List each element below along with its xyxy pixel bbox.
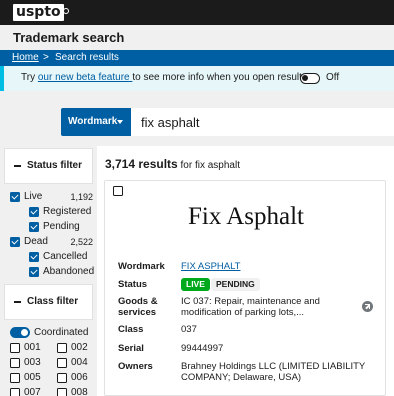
serial-label: Serial: [118, 343, 144, 354]
class-label-008: 008: [71, 387, 88, 396]
filter-label-pending: Pending: [43, 221, 80, 232]
checkbox-live[interactable]: [10, 192, 20, 202]
breadcrumb-separator: >: [43, 52, 49, 63]
filter-label-live: Live: [24, 191, 43, 202]
search-area: Wordmark: [0, 91, 394, 146]
beta-toggle[interactable]: [300, 73, 320, 84]
beta-prefix: Try: [21, 72, 38, 83]
checkbox-class-003[interactable]: [10, 358, 20, 368]
checkbox-registered[interactable]: [29, 207, 39, 217]
result-card[interactable]: Fix Asphalt Wordmark FIX ASPHALT Status …: [104, 180, 386, 396]
collapse-icon: [14, 301, 21, 303]
owners-value-line2: COMPANY; Delaware, USA): [181, 372, 302, 383]
checkbox-class-004[interactable]: [57, 358, 67, 368]
open-details-icon[interactable]: [362, 301, 373, 312]
results-query: for fix asphalt: [177, 160, 240, 171]
class-label-002: 002: [71, 342, 88, 353]
beta-banner-text: Try our new beta feature to see more inf…: [21, 72, 307, 83]
beta-banner: Try our new beta feature to see more inf…: [0, 66, 394, 91]
checkbox-cancelled[interactable]: [29, 252, 39, 262]
class-label-001: 001: [24, 342, 41, 353]
search-field-dropdown[interactable]: Wordmark: [61, 108, 131, 136]
beta-feature-link[interactable]: our new beta feature: [38, 72, 133, 83]
toggle-knob: [302, 75, 308, 81]
filter-label-cancelled: Cancelled: [43, 251, 88, 262]
class-label-004: 004: [71, 357, 88, 368]
wordmark-link[interactable]: FIX ASPHALT: [181, 261, 240, 272]
filter-count-live: 1,192: [70, 192, 93, 202]
checkbox-class-006[interactable]: [57, 373, 67, 383]
checkbox-class-002[interactable]: [57, 343, 67, 353]
owners-label: Owners: [118, 361, 153, 372]
breadcrumb-home-link[interactable]: Home: [12, 52, 39, 63]
class-label-007: 007: [24, 387, 41, 396]
owners-value-line1: Brahney Holdings LLC (LIMITED LIABILITY: [181, 361, 366, 372]
class-filter-title: Class filter: [27, 296, 79, 307]
filter-sidebar: Status filter Live 1,192 Registered Pend…: [0, 146, 97, 396]
wordmark-label: Wordmark: [118, 261, 165, 272]
result-select-checkbox[interactable]: [113, 186, 123, 196]
goods-label-line2: services: [118, 307, 157, 318]
status-badge-pending: PENDING: [211, 278, 260, 291]
class-label-005: 005: [24, 372, 41, 383]
checkbox-class-007[interactable]: [10, 388, 20, 396]
toggle-knob: [21, 329, 28, 336]
status-filter-title: Status filter: [27, 160, 83, 171]
checkbox-class-005[interactable]: [10, 373, 20, 383]
uspto-logo[interactable]: uspto: [13, 4, 64, 21]
results-summary: 3,714 results for fix asphalt: [105, 157, 240, 171]
coordinated-label: Coordinated: [34, 327, 89, 338]
mark-image: Fix Asphalt: [188, 203, 304, 230]
filter-label-registered: Registered: [43, 206, 92, 217]
results-count: 3,714 results: [105, 157, 178, 171]
top-bar: uspto: [0, 0, 394, 25]
goods-value-line2: modification of parking lots,...: [181, 307, 305, 318]
class-filter-header[interactable]: Class filter: [4, 284, 93, 320]
class-value: 037: [181, 324, 197, 335]
checkbox-dead[interactable]: [10, 237, 20, 247]
breadcrumb: Home > Search results: [0, 50, 394, 66]
status-filter-header[interactable]: Status filter: [4, 148, 93, 184]
filter-count-dead: 2,522: [70, 237, 93, 247]
checkbox-pending[interactable]: [29, 222, 39, 232]
breadcrumb-current: Search results: [55, 52, 119, 63]
search-input[interactable]: [131, 108, 394, 136]
serial-value: 99444997: [181, 343, 224, 354]
class-label-003: 003: [24, 357, 41, 368]
collapse-icon: [14, 165, 21, 167]
checkbox-abandoned[interactable]: [29, 267, 39, 277]
beta-suffix: to see more info when you open results: [132, 72, 307, 83]
filter-label-dead: Dead: [24, 236, 48, 247]
registered-icon: [63, 8, 69, 14]
coordinated-toggle[interactable]: [10, 327, 30, 338]
class-label-006: 006: [71, 372, 88, 383]
checkbox-class-001[interactable]: [10, 343, 20, 353]
caret-down-icon: [117, 120, 123, 124]
search-field-label: Wordmark: [68, 116, 118, 127]
app-title: Trademark search: [13, 30, 125, 45]
status-label: Status: [118, 279, 148, 290]
beta-toggle-label: Off: [326, 72, 340, 83]
checkbox-class-008[interactable]: [57, 388, 67, 396]
goods-value-line1: IC 037: Repair, maintenance and: [181, 296, 320, 307]
class-label: Class: [118, 324, 144, 335]
status-badge-live: LIVE: [181, 278, 210, 291]
filter-label-abandoned: Abandoned: [43, 266, 95, 277]
goods-label-line1: Goods &: [118, 296, 158, 307]
title-bar: Trademark search: [0, 25, 394, 50]
